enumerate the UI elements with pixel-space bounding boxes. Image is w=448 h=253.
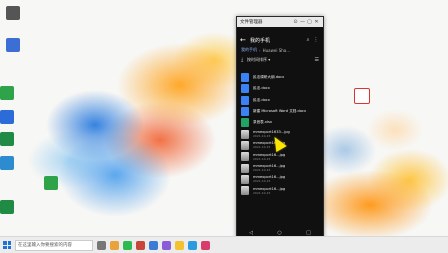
file-meta: 2021-10-15 [253,156,271,161]
file-name: 民法.docx [253,86,270,91]
app-icon[interactable] [149,240,158,250]
nav-recents-button[interactable]: □ [306,230,311,236]
app-icon[interactable] [188,240,197,250]
image-file-icon [241,186,249,196]
view-toggle-icon[interactable]: ☰ [315,57,319,63]
sort-dropdown[interactable]: 按时间排序 ▾ [247,57,270,63]
file-row[interactable]: 民法.docx [237,83,323,94]
sort-bar: ⤓ 按时间排序 ▾ ☰ [237,54,323,65]
taskbar-search-input[interactable]: 在这里输入你要搜索的内容 [15,239,93,251]
image-file-icon [241,152,249,162]
excel-file-icon [241,118,249,128]
nav-home-button[interactable]: ○ [277,230,281,236]
desktop-app-icon[interactable] [0,200,14,214]
phone-status-bar [237,27,323,34]
desktop-app-icon[interactable] [0,132,14,146]
desktop-app-icon[interactable] [44,176,58,190]
windows-start-icon[interactable] [3,241,11,249]
app-icon[interactable] [201,240,210,250]
word-file-icon [241,107,249,117]
file-row[interactable]: 录音表.xlsx [237,117,323,128]
app-icon[interactable] [175,240,184,250]
file-meta: 2021-10-15 [253,190,271,195]
file-row[interactable]: mmexport16...jpg 2021-10-15 [237,174,323,185]
browser-icon[interactable] [110,240,119,250]
app-icon[interactable] [136,240,145,250]
breadcrumb: 我的手机 › Huawei Sha... [241,47,291,53]
file-name: 民法调研大纲.docx [253,75,285,80]
image-file-icon [241,174,249,184]
breadcrumb-current[interactable]: Huawei Sha... [263,48,290,53]
minimize-button[interactable]: — [299,19,306,25]
page-title: 我的手机 [250,37,271,44]
word-file-icon [241,95,249,105]
image-file-icon [241,140,249,150]
desktop-app-icon[interactable] [0,156,14,170]
back-arrow-icon[interactable]: ← [240,36,250,44]
search-icon[interactable]: ⌕ [304,37,312,43]
file-meta: 2021-10-15 [253,168,271,173]
desktop-wallpaper [0,0,448,236]
breadcrumb-root[interactable]: 我的手机 [241,47,257,53]
window-title: 文件管理器 [240,20,263,25]
file-name: 新建 Microsoft Word 文档.docx [253,109,307,114]
taskview-icon[interactable] [97,240,106,250]
file-row[interactable]: mmexport16...jpg 2021-10-15 [237,185,323,196]
taskbar: 在这里输入你要搜索的内容 [0,236,448,253]
image-file-icon [241,163,249,173]
file-row[interactable]: mmexport16...jpg 2021-10-15 [237,162,323,173]
file-row[interactable]: 新建 Microsoft Word 文档.docx [237,106,323,117]
file-manager-window: 文件管理器 ⊙ — ▢ ✕ ← 我的手机 ⌕ ⋮ 我的手机 › Huawei S… [236,16,324,238]
desktop-app-icon[interactable] [6,6,20,20]
desktop-app-icon[interactable] [0,110,14,124]
close-button[interactable]: ✕ [313,19,320,25]
app-icon[interactable] [162,240,171,250]
file-name: 录音表.xlsx [253,120,273,125]
window-titlebar: 文件管理器 ⊙ — ▢ ✕ [237,17,323,27]
maximize-button[interactable]: ▢ [306,19,313,25]
file-row[interactable]: 民法调研大纲.docx [237,72,323,83]
image-file-icon [241,129,249,139]
more-icon[interactable]: ⋮ [312,37,320,43]
word-file-icon [241,73,249,83]
desktop-pdf-icon[interactable] [354,88,370,104]
nav-back-button[interactable]: ◁ [249,230,253,236]
desktop-app-icon[interactable] [0,86,14,100]
file-meta: 2021-10-15 [253,179,271,184]
app-header: ← 我的手机 ⌕ ⋮ [237,34,323,46]
file-meta: 2021-10-15 [253,134,271,139]
wechat-icon[interactable] [123,240,132,250]
pin-icon[interactable]: ⊙ [292,19,299,25]
word-file-icon [241,84,249,94]
file-row[interactable]: 民法.docx [237,95,323,106]
desktop-app-icon[interactable] [6,38,20,52]
file-row[interactable]: mmexport16...jpg 2021-10-15 [237,151,323,162]
file-name: 民法.docx [253,97,270,102]
